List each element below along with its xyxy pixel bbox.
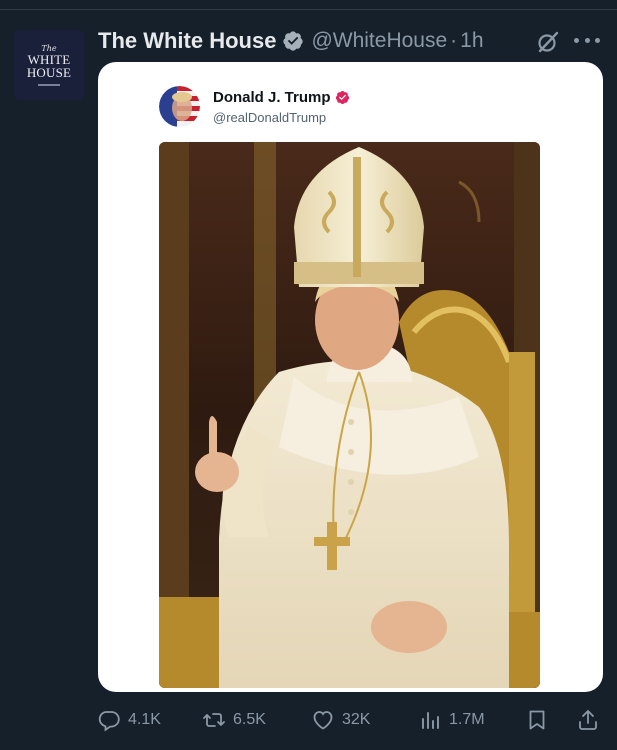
bookmark-button[interactable] [525, 706, 549, 734]
views-count: 1.7M [449, 711, 485, 728]
more-dot [584, 38, 590, 43]
repost-count: 6.5K [233, 711, 266, 728]
author-name[interactable]: The White House [98, 28, 276, 54]
grok-icon[interactable] [536, 30, 560, 54]
tweet-actions-bar: 4.1K 6.5K 32K 1.7M [0, 706, 617, 734]
avatar-logo-house: HOUSE [26, 65, 72, 80]
reply-button[interactable]: 4.1K [97, 706, 161, 734]
repost-icon [203, 713, 225, 727]
reply-icon [98, 711, 120, 732]
embedded-author-name[interactable]: Donald J. Trump [213, 89, 331, 106]
embedded-post-image[interactable] [159, 142, 540, 688]
views-icon [422, 712, 439, 729]
repost-button[interactable]: 6.5K [202, 706, 266, 734]
embedded-post-card[interactable]: Donald J. Trump @realDonaldTrump [98, 62, 603, 692]
embedded-author-name-row: Donald J. Trump [213, 89, 350, 106]
heart-icon [313, 711, 333, 730]
share-button[interactable] [576, 706, 600, 734]
bookmark-icon [529, 710, 545, 730]
tweet-header: The White House @WhiteHouse · 1h [98, 27, 484, 55]
share-icon [579, 710, 597, 730]
header-separator: · [450, 29, 458, 52]
tweet-timestamp[interactable]: 1h [460, 29, 483, 53]
more-dot [595, 38, 600, 43]
verified-badge-icon[interactable] [282, 30, 304, 52]
like-count: 32K [342, 711, 371, 728]
author-handle[interactable]: @WhiteHouse [311, 29, 447, 53]
embedded-verified-icon [335, 90, 349, 105]
embedded-author-handle[interactable]: @realDonaldTrump [213, 110, 326, 125]
more-icon[interactable] [574, 38, 600, 46]
timeline-divider [0, 0, 617, 10]
author-avatar[interactable]: The WHITE HOUSE [14, 30, 84, 100]
embedded-author-avatar [159, 86, 200, 127]
more-dot [574, 38, 579, 43]
views-button[interactable]: 1.7M [418, 706, 485, 734]
like-button[interactable]: 32K [311, 706, 370, 734]
reply-count: 4.1K [128, 711, 161, 728]
avatar-logo-rule [38, 84, 60, 86]
